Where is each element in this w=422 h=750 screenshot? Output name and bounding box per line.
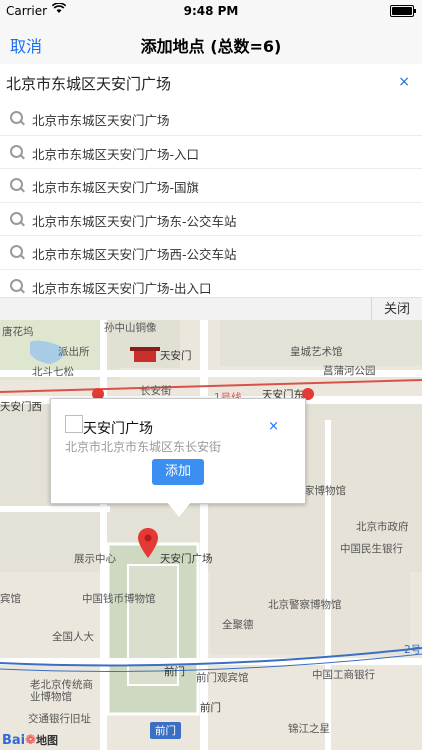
search-icon: [10, 111, 23, 124]
map-label: 前门: [200, 702, 221, 714]
map-label: 孙中山铜像: [104, 322, 157, 334]
suggestion-item[interactable]: 北京市东城区天安门广场西-公交车站: [0, 236, 422, 270]
location-pin-icon[interactable]: [138, 528, 158, 558]
suggestion-item[interactable]: 北京市东城区天安门广场东-公交车站: [0, 203, 422, 236]
map-label: 前门: [164, 666, 185, 678]
map-label: 宾馆: [0, 593, 21, 605]
battery-icon: [390, 5, 416, 17]
map-label: 北京警察博物馆: [268, 599, 342, 611]
map-label: 北京市政府: [356, 521, 409, 533]
suggestion-label: 北京市东城区天安门广场西-公交车站: [32, 247, 237, 262]
popup-pointer: [166, 501, 192, 517]
map-label: 前门: [150, 722, 181, 739]
suggestion-footer: 关闭: [0, 297, 422, 321]
page-title: 添加地点 (总数=6): [140, 37, 282, 56]
suggestion-item[interactable]: 北京市东城区天安门广场-国旗: [0, 169, 422, 203]
search-icon: [10, 178, 23, 191]
map-label: 天安门西: [0, 401, 42, 413]
suggestion-label: 北京市东城区天安门广场-入口: [32, 146, 200, 162]
baidu-logo: Bai❁地图: [2, 733, 59, 748]
suggestion-item[interactable]: 北京市东城区天安门广场: [0, 102, 422, 136]
map-label: 长安街: [140, 385, 172, 397]
search-icon: [10, 245, 23, 258]
suggestion-label: 北京市东城区天安门广场东-公交车站: [32, 213, 237, 229]
map-label: 中国工商银行: [312, 669, 375, 681]
map-label: 中国民生银行: [340, 543, 403, 555]
search-icon: [10, 211, 23, 225]
search-input[interactable]: [6, 70, 386, 96]
suggestion-item[interactable]: 北京市东城区天安门广场-入口: [0, 136, 422, 169]
status-bar: Carrier 9:48 PM: [0, 0, 422, 22]
suggestion-label: 北京市东城区天安门广场-国旗: [32, 180, 200, 195]
map-view[interactable]: 唐花坞 孙中山铜像 派出所 天安门 皇城艺术馆 北斗七松 长安街 菖蒲河公园 1…: [0, 320, 422, 750]
map-label: 派出所: [58, 346, 90, 358]
close-suggestions-button[interactable]: 关闭: [371, 298, 422, 321]
baidu-paw-icon: ❁: [25, 733, 37, 748]
map-label: 唐花坞: [2, 326, 34, 338]
map-label: 全国人大: [52, 631, 94, 643]
popup-address: 北京市北京市东城区东长安街: [65, 440, 222, 454]
map-label: 天安门广场: [160, 553, 213, 565]
suggestion-label: 北京市东城区天安门广场: [32, 113, 170, 128]
clear-icon[interactable]: ×: [398, 74, 410, 90]
map-label: 2号: [404, 644, 422, 656]
popup-title: 天安门广场: [83, 421, 153, 437]
map-label: 中国钱币博物馆: [82, 593, 156, 605]
map-label: 天安门: [160, 350, 192, 362]
map-label: 菖蒲河公园: [323, 365, 376, 377]
map-label: 老北京传统商业博物馆: [30, 679, 93, 703]
map-label: 交通银行旧址: [28, 713, 91, 725]
add-button[interactable]: 添加: [152, 459, 204, 485]
map-label: 前门观宾馆: [196, 672, 249, 684]
map-label: 家博物馆: [304, 485, 346, 497]
navigation-bar: 取消 添加地点 (总数=6): [0, 22, 422, 64]
suggestion-label: 北京市东城区天安门广场-出入口: [32, 280, 212, 296]
map-label: 全聚德: [222, 619, 254, 631]
search-icon: [10, 278, 23, 292]
battery-fill: [392, 7, 412, 15]
location-popup: 天安门广场 × 北京市北京市东城区东长安街 添加: [50, 398, 306, 504]
status-time: 9:48 PM: [183, 4, 239, 18]
map-label: 北斗七松: [32, 366, 74, 378]
map-label: 皇城艺术馆: [290, 346, 343, 358]
location-image-placeholder: [65, 415, 83, 433]
map-label: 锦江之星: [288, 723, 330, 735]
map-label: 展示中心: [74, 553, 116, 565]
close-icon[interactable]: ×: [268, 419, 279, 434]
search-bar: ×: [0, 64, 422, 103]
search-icon: [10, 144, 23, 158]
suggestion-list: 北京市东城区天安门广场 北京市东城区天安门广场-入口 北京市东城区天安门广场-国…: [0, 102, 422, 303]
